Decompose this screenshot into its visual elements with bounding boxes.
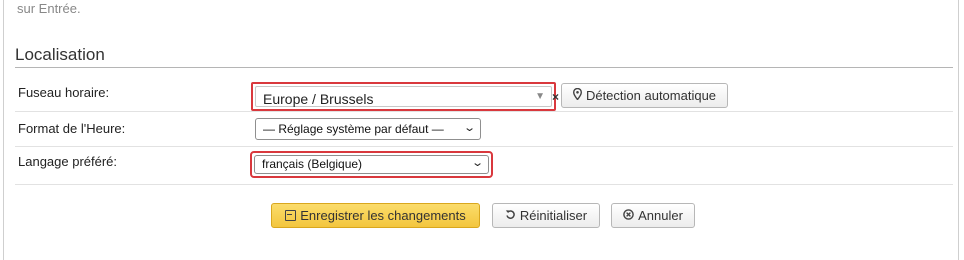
cancel-label: Annuler: [638, 208, 683, 223]
language-row: Langage préféré: français (Belgique) ⌄: [15, 146, 953, 185]
reset-label: Réinitialiser: [519, 208, 588, 223]
time-format-value: — Réglage système par défaut —: [263, 122, 444, 136]
timezone-select[interactable]: Europe / Brussels ▼: [255, 86, 552, 107]
save-button[interactable]: Enregistrer les changements: [271, 203, 480, 228]
timezone-value: Europe / Brussels: [263, 91, 374, 107]
language-label: Langage préféré:: [18, 154, 118, 169]
timezone-select-highlight: Europe / Brussels ▼: [251, 82, 556, 111]
floppy-disk-icon: [285, 210, 297, 221]
language-value: français (Belgique): [262, 157, 363, 171]
chevron-down-icon: ⌄: [470, 157, 484, 169]
reset-button[interactable]: Réinitialiser: [492, 203, 600, 228]
time-format-row: Format de l'Heure: — Réglage système par…: [15, 111, 953, 147]
auto-detect-button[interactable]: Détection automatique: [561, 83, 728, 108]
time-format-label: Format de l'Heure:: [18, 121, 126, 136]
clear-timezone-icon[interactable]: ×: [552, 90, 559, 104]
language-select-highlight: français (Belgique) ⌄: [250, 151, 493, 178]
save-label: Enregistrer les changements: [300, 208, 466, 223]
timezone-label: Fuseau horaire:: [18, 85, 110, 100]
cancel-button[interactable]: Annuler: [611, 203, 695, 228]
auto-detect-label: Détection automatique: [585, 88, 717, 103]
chevron-down-icon: ⌄: [462, 122, 476, 134]
section-divider: [15, 67, 953, 68]
section-title-localisation: Localisation: [15, 45, 105, 64]
cancel-circle-icon: [623, 208, 634, 223]
previous-hint-text: sur Entrée.: [17, 1, 81, 16]
caret-down-icon: ▼: [535, 91, 545, 102]
language-select[interactable]: français (Belgique) ⌄: [254, 155, 489, 174]
map-marker-icon: [572, 87, 582, 103]
time-format-select[interactable]: — Réglage système par défaut — ⌄: [255, 118, 481, 140]
settings-panel: sur Entrée. Localisation Fuseau horaire:…: [3, 0, 959, 260]
timezone-row: Fuseau horaire: Europe / Brussels ▼ × Dé…: [15, 75, 953, 112]
undo-icon: [505, 209, 516, 223]
